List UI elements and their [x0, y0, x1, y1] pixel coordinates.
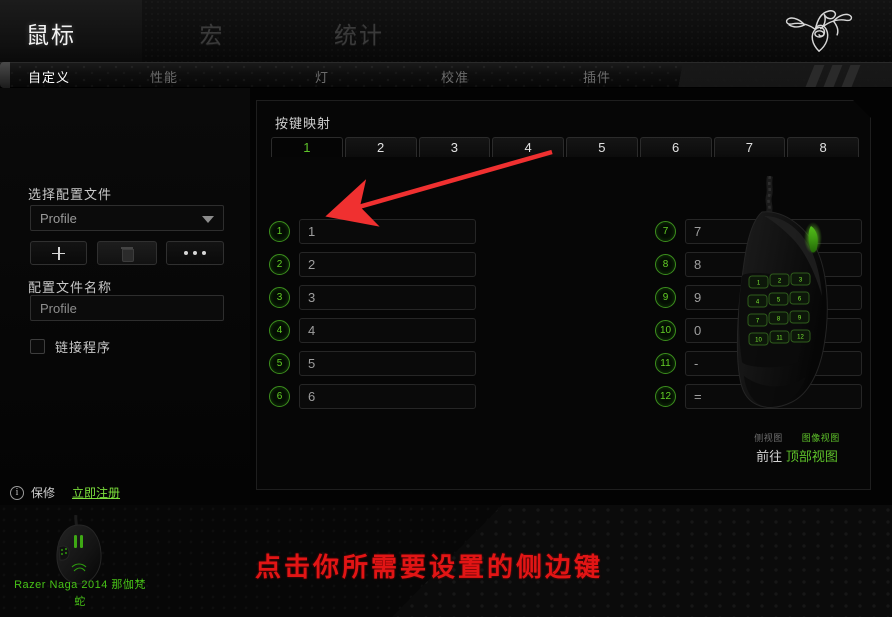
goto-view-row: 前往 顶部视图 [697, 446, 892, 465]
profile-name-input[interactable]: Profile [30, 295, 224, 321]
header-tab-stats[interactable]: 统计 [282, 0, 436, 64]
select-profile-label: 选择配置文件 [28, 187, 113, 202]
profile-name-value: Profile [40, 300, 77, 316]
key-value-4: 4 [308, 323, 316, 338]
key-group-tab-8[interactable]: 8 [787, 137, 859, 157]
key-row: 5 5 [269, 347, 476, 380]
key-badge-3[interactable]: 3 [269, 287, 290, 308]
sub-tab-bar: 自定义 性能 灯 校准 插件 [0, 62, 892, 88]
profile-select[interactable]: Profile [30, 205, 224, 231]
key-row: 6 6 [269, 380, 476, 413]
razer-logo-icon [785, 10, 853, 52]
ellipsis-icon [184, 251, 206, 255]
device-name-line1: Razer Naga 2014 那伽梵 [14, 579, 146, 591]
mouse-side-view-illustration[interactable]: 1 2 3 4 5 6 7 8 9 10 11 12 [712, 176, 872, 436]
key-field-5[interactable]: 5 [299, 351, 476, 376]
key-value-12: = [694, 389, 702, 404]
sub-tab-addons[interactable]: 插件 [566, 63, 628, 87]
key-group-tab-1[interactable]: 1 [271, 137, 343, 157]
key-value-1: 1 [308, 224, 316, 239]
trash-icon [121, 246, 134, 262]
warranty-label: 保修 [31, 486, 56, 500]
header-tab-mouse[interactable]: 鼠标 [0, 0, 142, 64]
info-icon: i [10, 485, 24, 500]
key-badge-5[interactable]: 5 [269, 353, 290, 374]
goto-prefix-label: 前往 [756, 449, 783, 464]
key-row: 1 1 [269, 215, 476, 248]
key-group-tab-5[interactable]: 5 [566, 137, 638, 157]
header-tab-macro[interactable]: 宏 [142, 0, 282, 64]
key-badge-9[interactable]: 9 [655, 287, 676, 308]
key-badge-12[interactable]: 12 [655, 386, 676, 407]
key-badge-6[interactable]: 6 [269, 386, 290, 407]
key-field-2[interactable]: 2 [299, 252, 476, 277]
key-field-4[interactable]: 4 [299, 318, 476, 343]
view-mode-row: 侧视图 图像视图 [712, 431, 882, 444]
delete-profile-button[interactable] [97, 241, 157, 265]
sub-tab-performance[interactable]: 性能 [130, 63, 198, 87]
key-badge-7[interactable]: 7 [655, 221, 676, 242]
key-group-tab-2[interactable]: 2 [345, 137, 417, 157]
panel-title: 按键映射 [275, 116, 332, 131]
warranty-row: i 保修 立即注册 [10, 484, 120, 501]
link-program-checkbox[interactable] [30, 339, 45, 354]
app-header: 鼠标 宏 统计 [0, 0, 892, 65]
view-side-label[interactable]: 侧视图 [754, 433, 783, 443]
link-program-checkbox-row[interactable]: 链接程序 [30, 337, 111, 356]
key-value-2: 2 [308, 257, 316, 272]
svg-text:12: 12 [797, 335, 804, 341]
key-mapping-panel: 按键映射 1 2 3 4 5 6 7 8 1 1 2 2 3 3 4 4 5 5… [256, 100, 871, 490]
goto-top-view-link[interactable]: 顶部视图 [786, 449, 838, 464]
key-group-tab-4[interactable]: 4 [492, 137, 564, 157]
key-row: 2 2 [269, 248, 476, 281]
key-group-tab-7[interactable]: 7 [714, 137, 786, 157]
device-name: Razer Naga 2014 那伽梵 蛇 [0, 577, 160, 611]
svg-text:10: 10 [755, 338, 762, 344]
profile-select-value: Profile [40, 210, 77, 226]
razer-synapse-window: 鼠标 宏 统计 自定义 性能 灯 校准 插件 选择配置文件 Profile 配置… [0, 0, 892, 617]
key-badge-4[interactable]: 4 [269, 320, 290, 341]
key-value-11: - [694, 356, 699, 371]
profile-name-label: 配置文件名称 [28, 280, 113, 295]
register-now-link[interactable]: 立即注册 [72, 484, 120, 501]
key-row: 4 4 [269, 314, 476, 347]
key-value-10: 0 [694, 323, 702, 338]
key-group-tab-3[interactable]: 3 [419, 137, 491, 157]
key-value-3: 3 [308, 290, 316, 305]
key-badge-2[interactable]: 2 [269, 254, 290, 275]
sub-tab-calibration[interactable]: 校准 [424, 63, 486, 87]
key-field-1[interactable]: 1 [299, 219, 476, 244]
plus-icon [52, 246, 65, 260]
profile-sidebar: 选择配置文件 Profile 配置文件名称 Profile 链接程序 i 保修 … [0, 88, 250, 505]
key-badge-1[interactable]: 1 [269, 221, 290, 242]
key-value-6: 6 [308, 389, 316, 404]
key-column-left: 1 1 2 2 3 3 4 4 5 5 6 6 [269, 215, 476, 413]
key-group-tab-6[interactable]: 6 [640, 137, 712, 157]
key-badge-10[interactable]: 10 [655, 320, 676, 341]
key-value-9: 9 [694, 290, 702, 305]
key-value-8: 8 [694, 257, 702, 272]
svg-text:11: 11 [776, 336, 783, 342]
subbar-left-handle [0, 62, 10, 88]
key-badge-8[interactable]: 8 [655, 254, 676, 275]
more-options-button[interactable] [166, 241, 224, 265]
add-profile-button[interactable] [30, 241, 87, 265]
link-program-label: 链接程序 [55, 340, 112, 355]
key-value-7: 7 [694, 224, 702, 239]
sub-tab-lighting[interactable]: 灯 [300, 63, 344, 87]
view-image-label[interactable]: 图像视图 [802, 433, 840, 443]
key-badge-11[interactable]: 11 [655, 353, 676, 374]
device-name-line2: 蛇 [74, 596, 86, 608]
key-field-6[interactable]: 6 [299, 384, 476, 409]
chevron-down-icon [202, 216, 214, 223]
key-row: 3 3 [269, 281, 476, 314]
key-group-tabs: 1 2 3 4 5 6 7 8 [271, 137, 859, 157]
key-field-3[interactable]: 3 [299, 285, 476, 310]
instruction-annotation: 点击你所需要设置的侧边键 [255, 552, 604, 582]
sub-tab-customize[interactable]: 自定义 [18, 63, 80, 87]
key-value-5: 5 [308, 356, 316, 371]
